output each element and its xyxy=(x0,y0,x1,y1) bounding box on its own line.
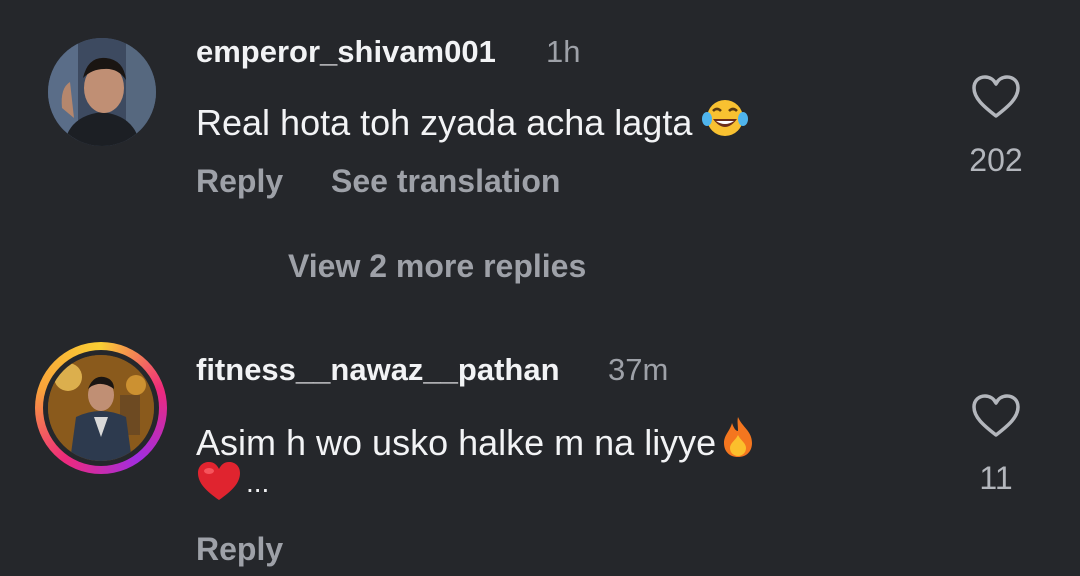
comment-text: Asim h wo usko halke m na liyye xyxy=(196,415,756,468)
red-heart-emoji xyxy=(196,460,242,511)
comment-text-body: Real hota toh zyada acha lagta xyxy=(196,102,693,143)
comment-timestamp: 37m xyxy=(608,352,669,387)
fire-emoji xyxy=(720,415,756,468)
comment-text-line2: ... xyxy=(196,460,269,511)
like-button[interactable] xyxy=(971,393,1021,439)
comment-text: Real hota toh zyada acha lagta xyxy=(196,97,749,148)
like-count: 11 xyxy=(979,460,1013,496)
comment-more-ellipsis[interactable]: ... xyxy=(246,467,269,498)
avatar-photo xyxy=(48,355,154,461)
comment-timestamp: 1h xyxy=(546,34,581,69)
avatar-photo xyxy=(48,38,156,146)
comment-username[interactable]: emperor_shivam001 xyxy=(196,34,496,70)
heart-icon xyxy=(972,394,1020,437)
laughing-tears-emoji xyxy=(702,97,749,148)
like-button[interactable] xyxy=(971,74,1021,120)
view-more-replies-button[interactable]: View 2 more replies xyxy=(288,248,586,285)
avatar[interactable] xyxy=(48,38,156,146)
reply-button[interactable]: Reply xyxy=(196,163,283,200)
avatar xyxy=(48,355,154,461)
reply-button[interactable]: Reply xyxy=(196,531,283,568)
like-count: 202 xyxy=(969,142,1023,178)
see-translation-button[interactable]: See translation xyxy=(331,163,560,200)
heart-icon xyxy=(972,75,1020,118)
comment-text-body: Asim h wo usko halke m na liyye xyxy=(196,422,717,463)
comment-username[interactable]: fitness__nawaz__pathan xyxy=(196,352,560,388)
avatar-story-ring[interactable] xyxy=(35,342,167,474)
